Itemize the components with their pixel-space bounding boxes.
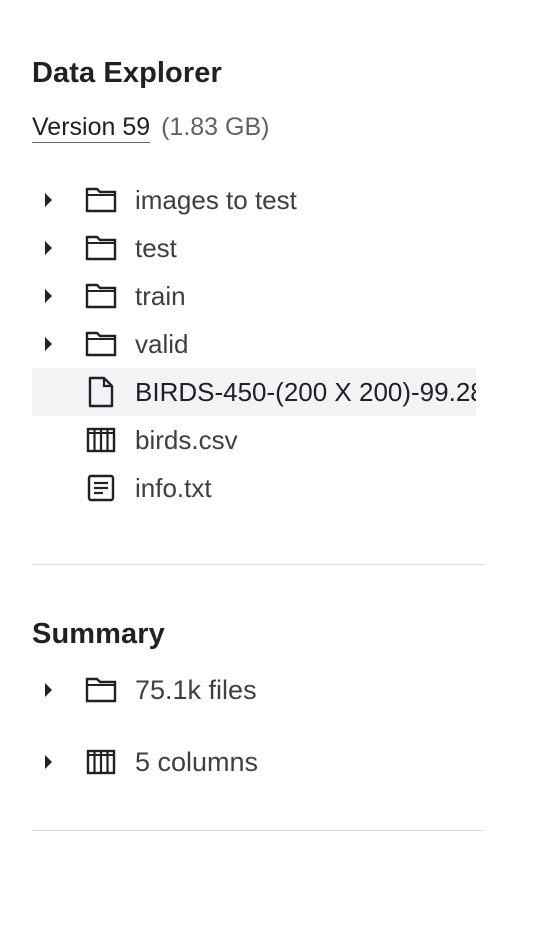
tree-item-label: BIRDS-450-(200 X 200)-99.28.h5 [135, 377, 476, 407]
summary-item-columns[interactable]: 5 columns [32, 734, 484, 790]
text-file-icon [85, 472, 117, 504]
tree-item-label: info.txt [135, 473, 212, 503]
summary-item-label: 5 columns [135, 747, 259, 777]
tree-item-birds-h5-file[interactable]: BIRDS-450-(200 X 200)-99.28.h5 [32, 368, 476, 416]
expand-caret-icon[interactable] [45, 241, 52, 255]
folder-icon [85, 184, 117, 216]
file-icon [85, 376, 117, 408]
table-icon [85, 424, 117, 456]
folder-icon [85, 674, 117, 706]
tree-item-label: images to test [135, 185, 297, 215]
folder-icon [85, 280, 117, 312]
summary-list: 75.1k files 5 columns [32, 662, 484, 806]
folder-icon [85, 328, 117, 360]
tree-item-label: train [135, 281, 186, 311]
data-explorer-title: Data Explorer [32, 57, 222, 89]
summary-item-files[interactable]: 75.1k files [32, 662, 484, 718]
version-size: (1.83 GB) [161, 113, 270, 141]
version-line: Version 59 (1.83 GB) [32, 111, 269, 143]
version-link[interactable]: Version 59 [32, 113, 151, 143]
section-divider [32, 830, 484, 831]
tree-item-test[interactable]: test [32, 224, 476, 272]
expand-caret-icon[interactable] [45, 193, 52, 207]
expand-caret-icon[interactable] [45, 289, 52, 303]
expand-caret-icon[interactable] [45, 337, 52, 351]
section-divider [32, 564, 484, 565]
tree-item-valid[interactable]: valid [32, 320, 476, 368]
file-tree: images to test test train valid BIRDS-45… [32, 176, 484, 512]
tree-item-birds-csv[interactable]: birds.csv [32, 416, 476, 464]
summary-item-label: 75.1k files [135, 675, 257, 705]
table-icon [85, 746, 117, 778]
expand-caret-icon[interactable] [45, 755, 52, 769]
folder-icon [85, 232, 117, 264]
tree-item-label: birds.csv [135, 425, 238, 455]
summary-title: Summary [32, 618, 165, 650]
tree-item-label: test [135, 233, 177, 263]
tree-item-train[interactable]: train [32, 272, 476, 320]
tree-item-images-to-test[interactable]: images to test [32, 176, 476, 224]
tree-item-label: valid [135, 329, 189, 359]
tree-item-info-txt[interactable]: info.txt [32, 464, 476, 512]
expand-caret-icon[interactable] [45, 683, 52, 697]
